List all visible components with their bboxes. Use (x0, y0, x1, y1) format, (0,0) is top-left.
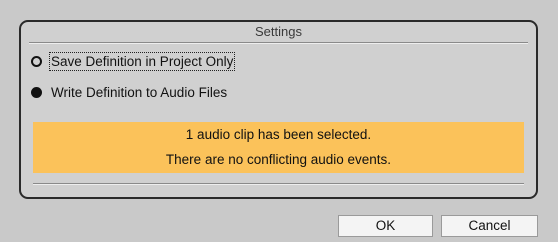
radio-selected-icon[interactable] (31, 86, 42, 98)
radio-unselected-icon[interactable] (31, 55, 42, 67)
panel-title: Settings (255, 24, 302, 39)
cancel-button[interactable]: Cancel (441, 215, 538, 237)
settings-panel: Settings Save Definition in Project Only… (19, 20, 538, 199)
ok-button[interactable]: OK (338, 215, 433, 237)
option-label: Write Definition to Audio Files (51, 84, 228, 100)
option-label: Save Definition in Project Only (48, 51, 236, 71)
bottom-separator (33, 183, 524, 185)
info-box: 1 audio clip has been selected. There ar… (33, 122, 524, 173)
title-separator (29, 42, 528, 44)
option-write-to-audio-files[interactable]: Write Definition to Audio Files (31, 82, 227, 102)
option-save-in-project[interactable]: Save Definition in Project Only (31, 51, 236, 71)
info-line-selection: 1 audio clip has been selected. (185, 127, 372, 142)
info-line-conflicts: There are no conflicting audio events. (165, 152, 392, 167)
